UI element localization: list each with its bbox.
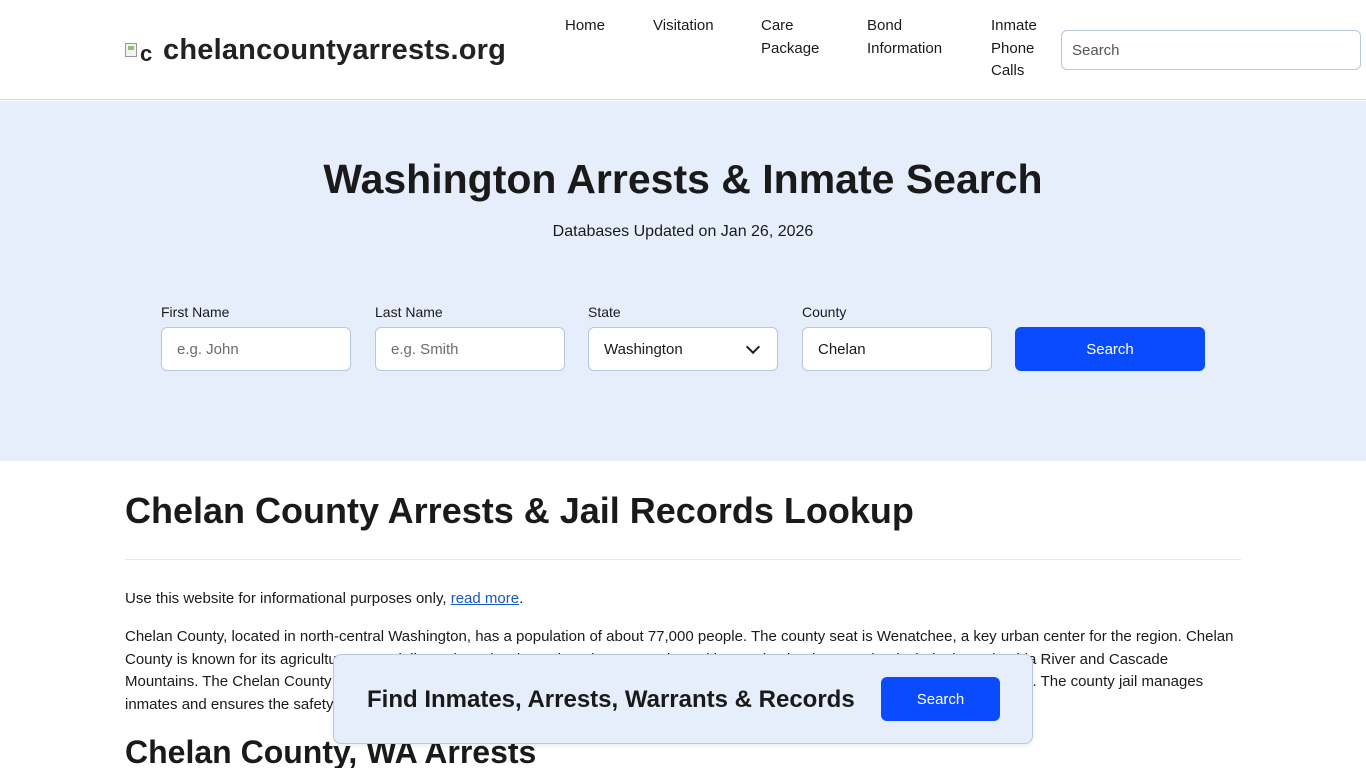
site-logo[interactable]: c chelancountyarrests.org xyxy=(125,30,506,70)
banner-search-button[interactable]: Search xyxy=(881,677,1000,721)
read-more-link[interactable]: read more xyxy=(451,590,519,607)
county-input[interactable]: Chelan xyxy=(802,327,992,371)
first-name-input[interactable] xyxy=(161,327,351,371)
logo-alt-text: c xyxy=(140,41,153,63)
state-label: State xyxy=(588,304,621,320)
last-name-label: Last Name xyxy=(375,304,443,320)
nav-home[interactable]: Home xyxy=(565,15,605,38)
broken-image-icon: c xyxy=(125,37,155,63)
page-title: Chelan County Arrests & Jail Records Loo… xyxy=(125,490,914,531)
last-name-input[interactable] xyxy=(375,327,565,371)
banner-text: Find Inmates, Arrests, Warrants & Record… xyxy=(367,686,855,713)
hero-title: Washington Arrests & Inmate Search xyxy=(323,156,1043,202)
first-name-label: First Name xyxy=(161,304,230,320)
database-updated-text: Databases Updated on Jan 26, 2026 xyxy=(552,223,814,240)
site-name[interactable]: chelancountyarrests.org xyxy=(163,34,506,67)
chevron-down-icon xyxy=(745,339,761,354)
nav-bond-information[interactable]: Bond Information xyxy=(867,15,942,60)
disclaimer-text: Use this website for informational purpo… xyxy=(125,590,524,607)
header-search-input[interactable] xyxy=(1061,30,1361,70)
hero-search-button[interactable]: Search xyxy=(1015,327,1205,371)
divider xyxy=(125,559,1241,560)
hero-section: Washington Arrests & Inmate Search Datab… xyxy=(0,101,1366,461)
site-header: c chelancountyarrests.org Home Visitatio… xyxy=(0,0,1366,100)
state-select[interactable]: Washington xyxy=(588,327,778,371)
nav-visitation[interactable]: Visitation xyxy=(653,15,714,38)
county-label: County xyxy=(802,304,847,320)
nav-inmate-phone-calls[interactable]: Inmate Phone Calls xyxy=(991,15,1037,83)
floating-search-banner: Find Inmates, Arrests, Warrants & Record… xyxy=(333,654,1033,744)
state-select-value: Washington xyxy=(604,340,683,358)
nav-care-package[interactable]: Care Package xyxy=(761,15,819,60)
county-input-value: Chelan xyxy=(818,340,866,358)
